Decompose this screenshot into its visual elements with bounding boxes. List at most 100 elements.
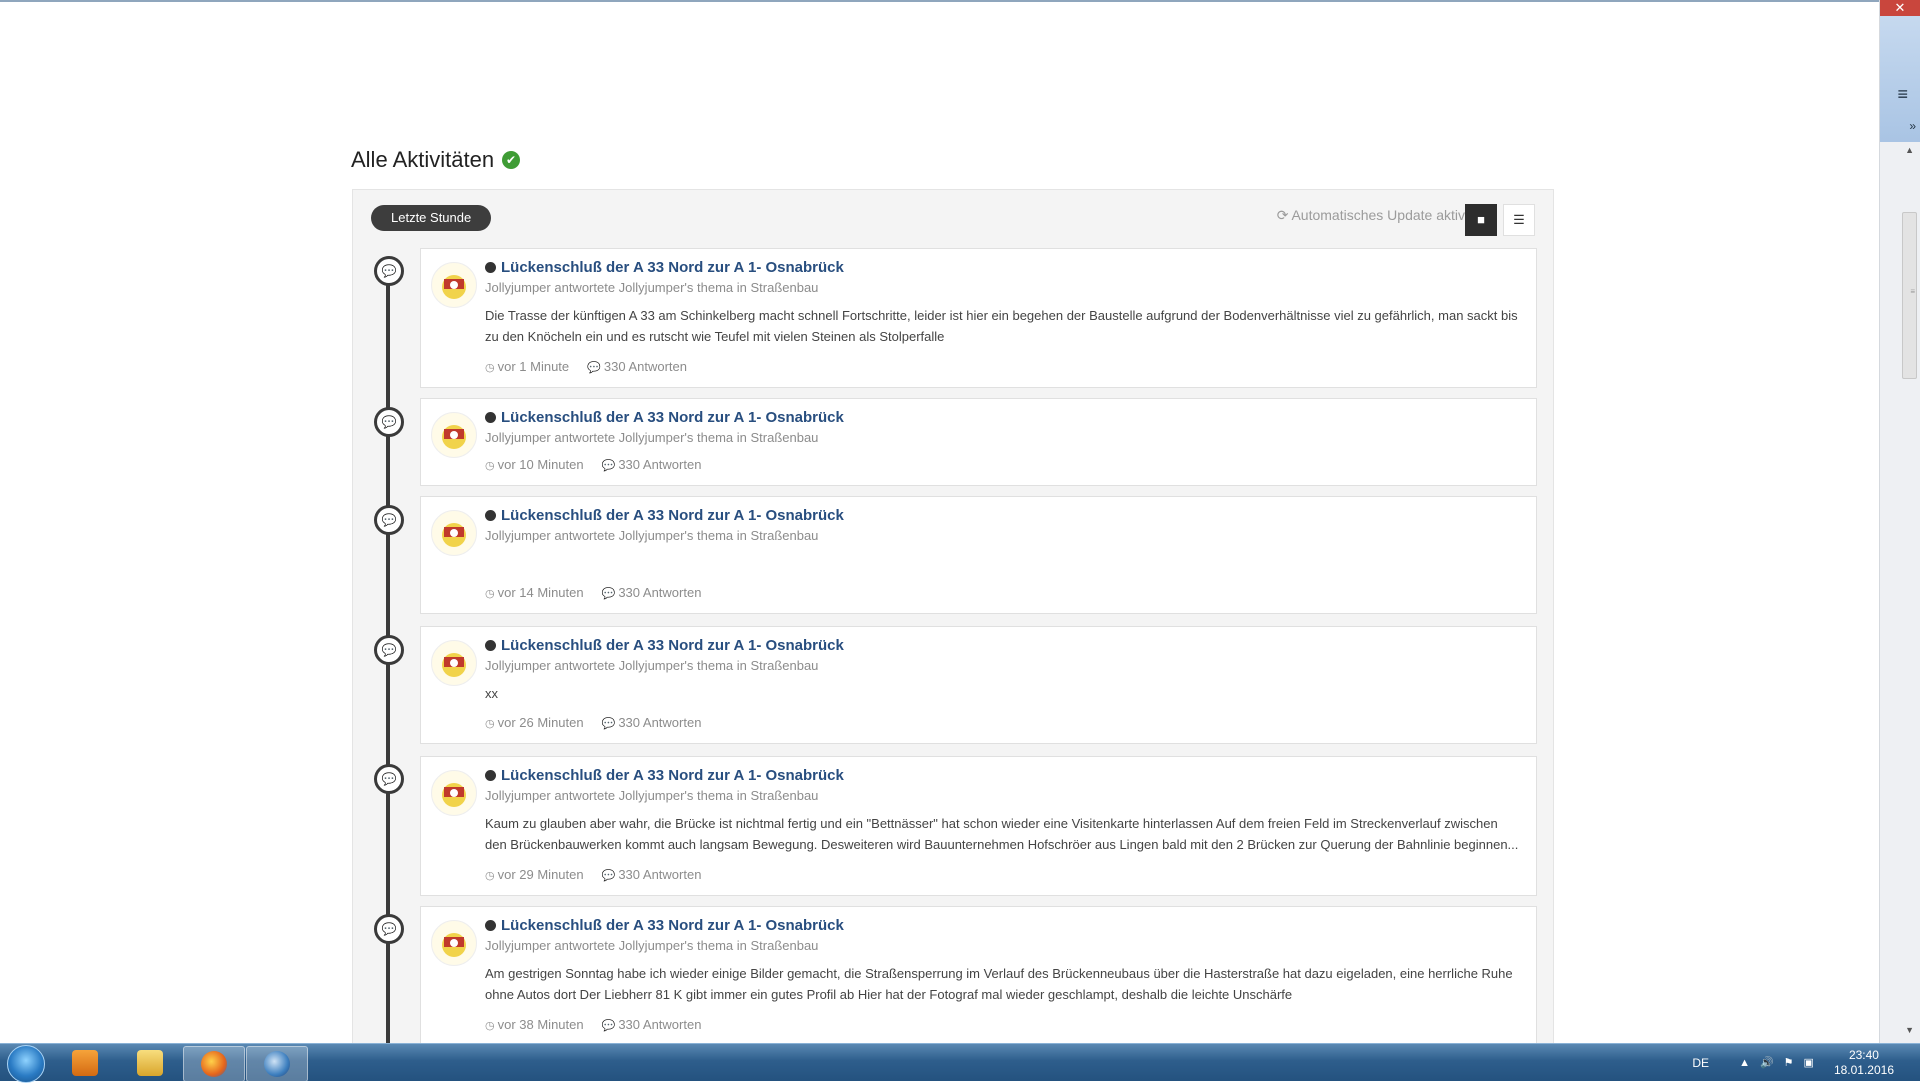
item-stats: ◷ vor 14 Minuten 💬 330 Antworten	[485, 585, 701, 600]
item-body: Lückenschluß der A 33 Nord zur A 1- Osna…	[485, 637, 1522, 704]
time-filter-pill[interactable]: Letzte Stunde	[371, 205, 492, 231]
show-hidden-icons-icon[interactable]: ▲	[1739, 1057, 1750, 1069]
avatar[interactable]	[431, 412, 477, 458]
thunderbird-icon	[264, 1051, 290, 1077]
item-meta: Jollyjumper antwortete Jollyjumper's the…	[485, 788, 819, 803]
item-body: Lückenschluß der A 33 Nord zur A 1- Osna…	[485, 259, 1522, 347]
unread-dot-icon	[485, 510, 496, 521]
avatar[interactable]	[431, 510, 477, 556]
expanded-view-button[interactable]: ■	[1465, 204, 1497, 236]
item-title-link[interactable]: Lückenschluß der A 33 Nord zur A 1- Osna…	[501, 767, 844, 784]
auto-update-label: Automatisches Update aktiv	[1291, 207, 1465, 223]
item-replies[interactable]: 330 Antworten	[604, 359, 687, 374]
comment-icon: 💬	[374, 256, 404, 286]
avatar[interactable]	[431, 770, 477, 816]
item-time: vor 14 Minuten	[497, 585, 584, 600]
scrollbar-grip-icon: ≡	[1910, 287, 1915, 296]
check-icon: ✔	[502, 151, 521, 169]
item-snippet: Die Trasse der künftigen A 33 am Schinke…	[485, 308, 1518, 344]
item-meta: Jollyjumper antwortete Jollyjumper's the…	[485, 938, 819, 953]
list-item: Lückenschluß der A 33 Nord zur A 1- Osna…	[420, 756, 1537, 896]
auto-update-toggle[interactable]: ⟳ Automatisches Update aktiv	[1277, 207, 1465, 224]
item-replies[interactable]: 330 Antworten	[618, 457, 701, 472]
list-item: Lückenschluß der A 33 Nord zur A 1- Osna…	[420, 626, 1537, 744]
item-title-link[interactable]: Lückenschluß der A 33 Nord zur A 1- Osna…	[501, 637, 844, 654]
list-icon: ☰	[1513, 212, 1525, 227]
window-top-border	[0, 0, 1880, 2]
item-meta: Jollyjumper antwortete Jollyjumper's the…	[485, 430, 819, 445]
item-replies[interactable]: 330 Antworten	[618, 1017, 701, 1032]
item-title-link[interactable]: Lückenschluß der A 33 Nord zur A 1- Osna…	[501, 917, 844, 934]
condensed-view-button[interactable]: ☰	[1503, 204, 1535, 236]
refresh-icon: ⟳	[1276, 207, 1289, 223]
chevron-right-icon[interactable]: »	[1909, 119, 1916, 133]
replies-icon: 💬	[601, 460, 616, 472]
list-item: Lückenschluß der A 33 Nord zur A 1- Osna…	[420, 398, 1537, 486]
unread-dot-icon	[485, 412, 496, 423]
comment-icon: 💬	[374, 764, 404, 794]
item-time: vor 26 Minuten	[497, 715, 584, 730]
taskbar-thunderbird[interactable]	[246, 1046, 308, 1082]
hamburger-menu-icon[interactable]: ≡	[1897, 84, 1908, 105]
replies-icon: 💬	[601, 718, 616, 730]
item-body: Lückenschluß der A 33 Nord zur A 1- Osna…	[485, 917, 1522, 1005]
comment-icon: 💬	[374, 635, 404, 665]
item-meta: Jollyjumper antwortete Jollyjumper's the…	[485, 528, 819, 543]
network-icon[interactable]: ▣	[1804, 1056, 1814, 1069]
item-stats: ◷ vor 1 Minute 💬 330 Antworten	[485, 359, 687, 374]
language-indicator[interactable]: DE	[1692, 1056, 1709, 1070]
taskbar-explorer[interactable]	[120, 1046, 180, 1080]
start-button[interactable]	[7, 1045, 45, 1083]
scroll-up-arrow-icon[interactable]: ▲	[1905, 145, 1914, 155]
item-time: vor 1 Minute	[497, 359, 570, 374]
item-title-link[interactable]: Lückenschluß der A 33 Nord zur A 1- Osna…	[501, 259, 844, 276]
clock-icon: ◷	[485, 1020, 495, 1032]
side-panel-strip: ✕ ≡ » ▲ ≡ ▼	[1879, 0, 1920, 1043]
avatar[interactable]	[431, 920, 477, 966]
volume-icon[interactable]: 🔊	[1760, 1056, 1774, 1069]
page-title: Alle Aktivitäten ✔	[351, 147, 521, 173]
page-title-text: Alle Aktivitäten	[351, 147, 495, 172]
list-item: Lückenschluß der A 33 Nord zur A 1- Osna…	[420, 906, 1537, 1044]
clock[interactable]: 23:40 18.01.2016	[1834, 1048, 1894, 1078]
avatar[interactable]	[431, 262, 477, 308]
item-snippet: Am gestrigen Sonntag habe ich wieder ein…	[485, 966, 1513, 1002]
replies-icon: 💬	[601, 588, 616, 600]
taskbar-firefox[interactable]	[183, 1046, 245, 1082]
item-replies[interactable]: 330 Antworten	[618, 715, 701, 730]
item-snippet: xx	[485, 686, 498, 701]
folder-icon	[137, 1050, 163, 1076]
unread-dot-icon	[485, 770, 496, 781]
clock-icon: ◷	[485, 460, 495, 472]
scroll-down-arrow-icon[interactable]: ▼	[1905, 1025, 1914, 1035]
comment-icon: 💬	[374, 407, 404, 437]
square-icon: ■	[1477, 212, 1485, 227]
comment-icon: 💬	[374, 914, 404, 944]
item-replies[interactable]: 330 Antworten	[618, 867, 701, 882]
clock-icon: ◷	[485, 588, 495, 600]
list-item: Lückenschluß der A 33 Nord zur A 1- Osna…	[420, 248, 1537, 388]
item-meta: Jollyjumper antwortete Jollyjumper's the…	[485, 280, 819, 295]
replies-icon: 💬	[601, 1020, 616, 1032]
taskbar: DE ▲ 🔊 ⚑ ▣ 23:40 18.01.2016	[0, 1043, 1920, 1083]
unread-dot-icon	[485, 262, 496, 273]
item-time: vor 29 Minuten	[497, 867, 584, 882]
taskbar-media-player[interactable]	[55, 1046, 115, 1080]
media-player-icon	[72, 1050, 98, 1076]
item-stats: ◷ vor 29 Minuten 💬 330 Antworten	[485, 867, 701, 882]
close-icon[interactable]: ✕	[1880, 0, 1920, 16]
clock-icon: ◷	[485, 718, 495, 730]
item-replies[interactable]: 330 Antworten	[618, 585, 701, 600]
list-item: Lückenschluß der A 33 Nord zur A 1- Osna…	[420, 496, 1537, 614]
avatar[interactable]	[431, 640, 477, 686]
item-stats: ◷ vor 38 Minuten 💬 330 Antworten	[485, 1017, 701, 1032]
clock-time: 23:40	[1848, 1047, 1879, 1062]
firefox-icon	[201, 1051, 227, 1077]
activity-stream: Letzte Stunde ⟳ Automatisches Update akti…	[352, 189, 1554, 1045]
item-body: Lückenschluß der A 33 Nord zur A 1- Osna…	[485, 507, 1522, 543]
item-title-link[interactable]: Lückenschluß der A 33 Nord zur A 1- Osna…	[501, 507, 844, 524]
item-title-link[interactable]: Lückenschluß der A 33 Nord zur A 1- Osna…	[501, 409, 844, 426]
clock-icon: ◷	[485, 870, 495, 882]
unread-dot-icon	[485, 920, 496, 931]
action-center-flag-icon[interactable]: ⚑	[1784, 1056, 1794, 1069]
